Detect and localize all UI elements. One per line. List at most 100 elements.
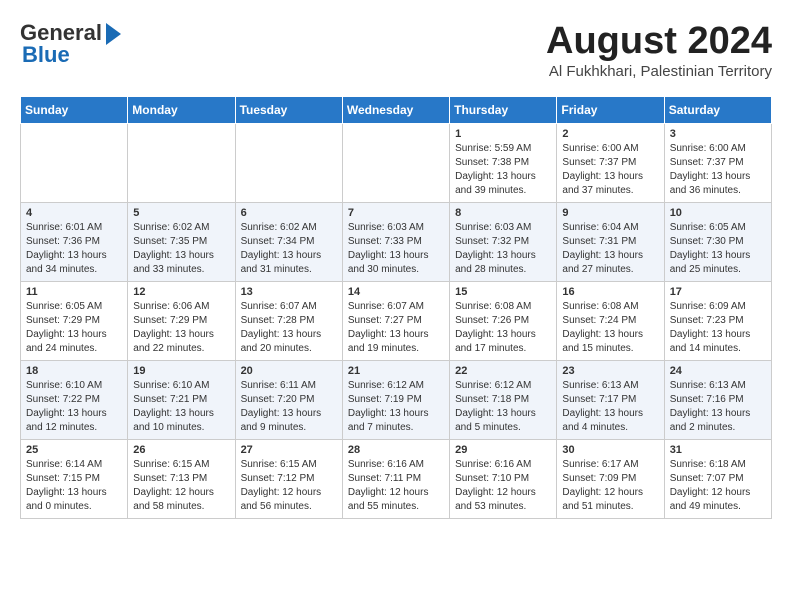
day-number: 5: [133, 207, 229, 219]
day-info-line: and 30 minutes.: [348, 263, 444, 277]
day-info-line: Sunrise: 6:13 AM: [562, 379, 658, 393]
calendar-cell: 20 Sunrise: 6:11 AMSunset: 7:20 PMDayligh…: [235, 361, 342, 440]
day-number: 8: [455, 207, 551, 219]
day-info-line: Sunrise: 6:03 AM: [348, 221, 444, 235]
weekday-header-tuesday: Tuesday: [235, 97, 342, 124]
day-info-line: and 33 minutes.: [133, 263, 229, 277]
day-info-line: Daylight: 13 hours: [26, 328, 122, 342]
day-info-line: and 34 minutes.: [26, 263, 122, 277]
day-info-line: Daylight: 13 hours: [562, 407, 658, 421]
calendar-cell: 27Sunrise: 6:15 AMSunset: 7:12 PMDayligh…: [235, 440, 342, 519]
day-number: 25: [26, 444, 122, 456]
month-title: August 2024: [546, 20, 772, 63]
day-info-line: Sunset: 7:28 PM: [241, 314, 337, 328]
weekday-header-wednesday: Wednesday: [342, 97, 449, 124]
day-number: 10: [670, 207, 766, 219]
day-info-line: Daylight: 13 hours: [562, 328, 658, 342]
day-info-line: Sunrise: 6:05 AM: [670, 221, 766, 235]
day-info-line: and 15 minutes.: [562, 342, 658, 356]
day-number: 12: [133, 286, 229, 298]
calendar-cell: 17Sunrise: 6:09 AMSunset: 7:23 PMDayligh…: [664, 282, 771, 361]
calendar-cell: 2Sunrise: 6:00 AMSunset: 7:37 PMDaylight…: [557, 124, 664, 203]
day-info-line: and 17 minutes.: [455, 342, 551, 356]
day-info-line: Sunset: 7:20 PM: [241, 393, 337, 407]
calendar-cell: 25Sunrise: 6:14 AMSunset: 7:15 PMDayligh…: [21, 440, 128, 519]
calendar-cell: 21Sunrise: 6:12 AMSunset: 7:19 PMDayligh…: [342, 361, 449, 440]
day-info-line: Sunrise: 6:14 AM: [26, 458, 122, 472]
day-info-line: Daylight: 12 hours: [241, 486, 337, 500]
day-info-line: Sunset: 7:23 PM: [670, 314, 766, 328]
day-info-line: Sunset: 7:24 PM: [562, 314, 658, 328]
day-info-line: and 14 minutes.: [670, 342, 766, 356]
calendar-cell: 30Sunrise: 6:17 AMSunset: 7:09 PMDayligh…: [557, 440, 664, 519]
day-number: 31: [670, 444, 766, 456]
calendar-cell: 11Sunrise: 6:05 AMSunset: 7:29 PMDayligh…: [21, 282, 128, 361]
day-number: 11: [26, 286, 122, 298]
day-info-line: and 51 minutes.: [562, 500, 658, 514]
calendar-cell: 13Sunrise: 6:07 AMSunset: 7:28 PMDayligh…: [235, 282, 342, 361]
day-info-line: Sunset: 7:29 PM: [26, 314, 122, 328]
day-info-line: Daylight: 13 hours: [670, 170, 766, 184]
day-info-line: Daylight: 13 hours: [562, 170, 658, 184]
day-info-line: Sunset: 7:31 PM: [562, 235, 658, 249]
day-info-line: and 9 minutes.: [241, 421, 337, 435]
day-info-line: Sunrise: 6:04 AM: [562, 221, 658, 235]
logo: General Blue: [20, 20, 121, 68]
day-info-line: Sunset: 7:37 PM: [562, 156, 658, 170]
weekday-header-monday: Monday: [128, 97, 235, 124]
day-info-line: and 22 minutes.: [133, 342, 229, 356]
day-info-line: Sunset: 7:34 PM: [241, 235, 337, 249]
day-info-line: Daylight: 13 hours: [348, 249, 444, 263]
calendar-cell: 22Sunrise: 6:12 AMSunset: 7:18 PMDayligh…: [450, 361, 557, 440]
calendar-week-4: 18Sunrise: 6:10 AMSunset: 7:22 PMDayligh…: [21, 361, 772, 440]
day-info-line: Daylight: 13 hours: [133, 328, 229, 342]
day-info-line: and 53 minutes.: [455, 500, 551, 514]
day-info-line: Sunset: 7:27 PM: [348, 314, 444, 328]
weekday-header-saturday: Saturday: [664, 97, 771, 124]
day-info-line: Daylight: 13 hours: [241, 407, 337, 421]
day-number: 4: [26, 207, 122, 219]
day-info-line: Sunrise: 6:12 AM: [455, 379, 551, 393]
page-header: General Blue August 2024 Al Fukhkhari, P…: [20, 20, 772, 80]
day-info-line: and 28 minutes.: [455, 263, 551, 277]
calendar-cell: 4Sunrise: 6:01 AMSunset: 7:36 PMDaylight…: [21, 203, 128, 282]
day-info-line: and 25 minutes.: [670, 263, 766, 277]
day-info-line: and 20 minutes.: [241, 342, 337, 356]
day-info-line: and 0 minutes.: [26, 500, 122, 514]
day-info-line: Sunrise: 6:08 AM: [562, 300, 658, 314]
day-number: 22: [455, 365, 551, 377]
day-number: 23: [562, 365, 658, 377]
location: Al Fukhkhari, Palestinian Territory: [546, 63, 772, 80]
day-info-line: Sunrise: 5:59 AM: [455, 142, 551, 156]
day-info-line: Daylight: 12 hours: [670, 486, 766, 500]
day-info-line: and 7 minutes.: [348, 421, 444, 435]
day-info-line: Sunrise: 6:00 AM: [562, 142, 658, 156]
day-info-line: Sunrise: 6:02 AM: [241, 221, 337, 235]
day-info-line: Sunset: 7:19 PM: [348, 393, 444, 407]
day-number: 28: [348, 444, 444, 456]
logo-arrow-icon: [106, 23, 121, 45]
logo-blue-text: Blue: [22, 42, 70, 68]
day-info-line: Daylight: 13 hours: [133, 407, 229, 421]
day-info-line: and 2 minutes.: [670, 421, 766, 435]
calendar-cell: 1Sunrise: 5:59 AMSunset: 7:38 PMDaylight…: [450, 124, 557, 203]
day-number: 20: [241, 365, 337, 377]
calendar-cell: 3Sunrise: 6:00 AMSunset: 7:37 PMDaylight…: [664, 124, 771, 203]
calendar-cell: 29Sunrise: 6:16 AMSunset: 7:10 PMDayligh…: [450, 440, 557, 519]
day-info-line: Sunrise: 6:07 AM: [241, 300, 337, 314]
day-info-line: Sunset: 7:26 PM: [455, 314, 551, 328]
day-info-line: Sunrise: 6:11 AM: [241, 379, 337, 393]
calendar-week-5: 25Sunrise: 6:14 AMSunset: 7:15 PMDayligh…: [21, 440, 772, 519]
calendar-cell: 6Sunrise: 6:02 AMSunset: 7:34 PMDaylight…: [235, 203, 342, 282]
day-info-line: and 49 minutes.: [670, 500, 766, 514]
day-info-line: Sunrise: 6:15 AM: [133, 458, 229, 472]
calendar-cell: 14Sunrise: 6:07 AMSunset: 7:27 PMDayligh…: [342, 282, 449, 361]
day-number: 17: [670, 286, 766, 298]
day-info-line: Daylight: 13 hours: [455, 328, 551, 342]
day-info-line: Daylight: 13 hours: [455, 407, 551, 421]
day-info-line: and 5 minutes.: [455, 421, 551, 435]
day-info-line: Daylight: 13 hours: [133, 249, 229, 263]
day-info-line: Sunrise: 6:10 AM: [133, 379, 229, 393]
day-info-line: Sunset: 7:37 PM: [670, 156, 766, 170]
day-info-line: and 58 minutes.: [133, 500, 229, 514]
